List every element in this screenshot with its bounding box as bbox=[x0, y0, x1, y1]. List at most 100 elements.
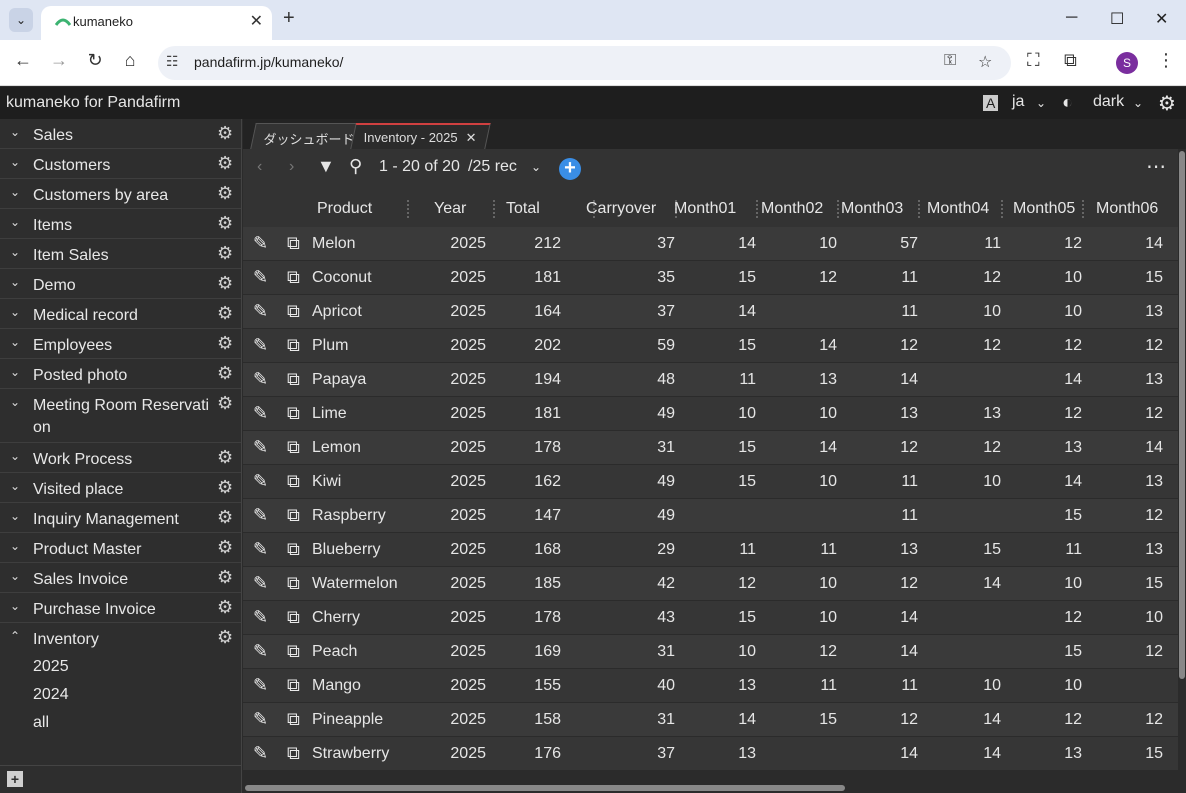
chevron-down-icon[interactable]: ⌄ bbox=[10, 479, 20, 493]
chevron-down-icon[interactable]: ⌄ bbox=[10, 125, 20, 139]
table-row[interactable]: ✎ ⧉ Lime 2025 181 49 10 10 13 13 12 12 bbox=[243, 397, 1178, 431]
table-row[interactable]: ✎ ⧉ Blueberry 2025 168 29 11 11 13 15 11 13 bbox=[243, 533, 1178, 567]
gear-icon[interactable]: ⚙ bbox=[217, 567, 233, 588]
add-record-button[interactable]: + bbox=[559, 158, 581, 180]
open-external-icon[interactable]: ⧉ bbox=[287, 607, 300, 628]
browser-tab[interactable]: kumaneko ✕ bbox=[41, 6, 272, 40]
table-row[interactable]: ✎ ⧉ Melon 2025 212 37 14 10 57 11 12 14 bbox=[243, 227, 1178, 261]
sidebar-subitem[interactable]: 2025 bbox=[0, 653, 241, 681]
column-resizer[interactable] bbox=[1001, 200, 1003, 218]
language-select[interactable]: ja bbox=[1012, 93, 1024, 111]
table-row[interactable]: ✎ ⧉ Strawberry 2025 176 37 13 14 14 13 15 bbox=[243, 737, 1178, 771]
edit-pencil-icon[interactable]: ✎ bbox=[253, 369, 268, 390]
open-external-icon[interactable]: ⧉ bbox=[287, 709, 300, 730]
gear-icon[interactable]: ⚙ bbox=[217, 627, 233, 648]
close-window-icon[interactable]: ✕ bbox=[1155, 9, 1168, 29]
new-tab-icon[interactable]: + bbox=[283, 7, 295, 30]
open-external-icon[interactable]: ⧉ bbox=[287, 267, 300, 288]
edit-pencil-icon[interactable]: ✎ bbox=[253, 233, 268, 254]
language-chevron-icon[interactable]: ⌄ bbox=[1036, 96, 1046, 110]
table-row[interactable]: ✎ ⧉ Raspberry 2025 147 49 11 15 12 bbox=[243, 499, 1178, 533]
column-header[interactable]: Total bbox=[506, 200, 540, 218]
column-resizer[interactable] bbox=[837, 200, 839, 218]
theme-select[interactable]: dark bbox=[1093, 93, 1124, 111]
tab-inventory-2025[interactable]: Inventory - 2025 ✕ bbox=[350, 123, 491, 149]
search-icon[interactable]: ⚲ bbox=[349, 156, 362, 177]
address-bar[interactable]: ☷ pandafirm.jp/kumaneko/ ⚿ ☆ bbox=[158, 46, 1011, 80]
sidebar-item[interactable]: ⌄ Customers by area ⚙ bbox=[0, 179, 241, 209]
sidebar-item[interactable]: ⌄ Sales ⚙ bbox=[0, 119, 241, 149]
edit-pencil-icon[interactable]: ✎ bbox=[253, 573, 268, 594]
chevron-down-icon[interactable]: ⌄ bbox=[10, 215, 20, 229]
open-external-icon[interactable]: ⧉ bbox=[287, 301, 300, 322]
prev-page-icon[interactable]: ‹ bbox=[257, 158, 262, 176]
close-tab-icon[interactable]: ✕ bbox=[466, 130, 477, 146]
column-resizer[interactable] bbox=[493, 200, 495, 218]
sidebar-item[interactable]: ⌄ Posted photo ⚙ bbox=[0, 359, 241, 389]
chevron-down-icon[interactable]: ⌄ bbox=[10, 569, 20, 583]
sidebar-item[interactable]: ⌄ Product Master ⚙ bbox=[0, 533, 241, 563]
open-external-icon[interactable]: ⧉ bbox=[287, 233, 300, 254]
column-header[interactable]: Month02 bbox=[761, 200, 823, 218]
maximize-icon[interactable]: ☐ bbox=[1110, 9, 1124, 29]
open-external-icon[interactable]: ⧉ bbox=[287, 641, 300, 662]
app-settings-gear-icon[interactable]: ⚙ bbox=[1158, 91, 1176, 116]
edit-pencil-icon[interactable]: ✎ bbox=[253, 437, 268, 458]
tab-search-button[interactable]: ⌄ bbox=[9, 8, 33, 32]
table-row[interactable]: ✎ ⧉ Plum 2025 202 59 15 14 12 12 12 12 bbox=[243, 329, 1178, 363]
chevron-up-icon[interactable]: ⌃ bbox=[10, 629, 20, 643]
table-row[interactable]: ✎ ⧉ Watermelon 2025 185 42 12 10 12 14 10 15 bbox=[243, 567, 1178, 601]
gear-icon[interactable]: ⚙ bbox=[217, 213, 233, 234]
edit-pencil-icon[interactable]: ✎ bbox=[253, 403, 268, 424]
edit-pencil-icon[interactable]: ✎ bbox=[253, 505, 268, 526]
gear-icon[interactable]: ⚙ bbox=[217, 507, 233, 528]
vertical-scrollbar[interactable] bbox=[1178, 149, 1186, 779]
gear-icon[interactable]: ⚙ bbox=[217, 123, 233, 144]
theme-icon[interactable]: ◐ bbox=[1062, 92, 1073, 113]
chevron-down-icon[interactable]: ⌄ bbox=[10, 509, 20, 523]
forward-icon[interactable]: → bbox=[47, 50, 71, 71]
browser-menu-icon[interactable]: ⋮ bbox=[1157, 50, 1175, 71]
edit-pencil-icon[interactable]: ✎ bbox=[253, 539, 268, 560]
chevron-down-icon[interactable]: ⌄ bbox=[10, 275, 20, 289]
table-row[interactable]: ✎ ⧉ Peach 2025 169 31 10 12 14 15 12 bbox=[243, 635, 1178, 669]
sidebar-item[interactable]: ⌄ Medical record ⚙ bbox=[0, 299, 241, 329]
sidebar-item[interactable]: ⌃ Inventory ⚙ bbox=[0, 623, 241, 653]
open-external-icon[interactable]: ⧉ bbox=[287, 403, 300, 424]
gear-icon[interactable]: ⚙ bbox=[217, 303, 233, 324]
per-page-chevron-icon[interactable]: ⌄ bbox=[531, 160, 541, 174]
gear-icon[interactable]: ⚙ bbox=[217, 393, 233, 414]
sidebar-item[interactable]: ⌄ Item Sales ⚙ bbox=[0, 239, 241, 269]
chevron-down-icon[interactable]: ⌄ bbox=[10, 449, 20, 463]
column-header[interactable]: Carryover bbox=[586, 200, 656, 218]
more-options-icon[interactable]: ⋯ bbox=[1146, 154, 1166, 179]
table-row[interactable]: ✎ ⧉ Coconut 2025 181 35 15 12 11 12 10 15 bbox=[243, 261, 1178, 295]
back-icon[interactable]: ← bbox=[11, 50, 35, 71]
home-icon[interactable]: ⌂ bbox=[118, 50, 142, 71]
close-tab-icon[interactable]: ✕ bbox=[250, 11, 263, 31]
bookmark-star-icon[interactable]: ☆ bbox=[978, 52, 992, 72]
sidebar-item[interactable]: ⌄ Demo ⚙ bbox=[0, 269, 241, 299]
column-header[interactable]: Month06 bbox=[1096, 200, 1158, 218]
chevron-down-icon[interactable]: ⌄ bbox=[10, 395, 20, 409]
sidebar-item[interactable]: ⌄ Purchase Invoice ⚙ bbox=[0, 593, 241, 623]
edit-pencil-icon[interactable]: ✎ bbox=[253, 675, 268, 696]
table-row[interactable]: ✎ ⧉ Pineapple 2025 158 31 14 15 12 14 12 12 bbox=[243, 703, 1178, 737]
open-external-icon[interactable]: ⧉ bbox=[287, 471, 300, 492]
column-header[interactable]: Month01 bbox=[674, 200, 736, 218]
sidebar-item[interactable]: ⌄ Visited place ⚙ bbox=[0, 473, 241, 503]
edit-pencil-icon[interactable]: ✎ bbox=[253, 301, 268, 322]
gear-icon[interactable]: ⚙ bbox=[217, 183, 233, 204]
gear-icon[interactable]: ⚙ bbox=[217, 537, 233, 558]
column-resizer[interactable] bbox=[756, 200, 758, 218]
edit-pencil-icon[interactable]: ✎ bbox=[253, 267, 268, 288]
sidebar-subitem[interactable]: all bbox=[0, 709, 241, 737]
chevron-down-icon[interactable]: ⌄ bbox=[10, 155, 20, 169]
password-key-icon[interactable]: ⚿ bbox=[944, 52, 956, 70]
column-header[interactable]: Year bbox=[434, 200, 466, 218]
add-app-icon[interactable]: + bbox=[7, 771, 23, 787]
edit-pencil-icon[interactable]: ✎ bbox=[253, 607, 268, 628]
table-row[interactable]: ✎ ⧉ Cherry 2025 178 43 15 10 14 12 10 bbox=[243, 601, 1178, 635]
gear-icon[interactable]: ⚙ bbox=[217, 477, 233, 498]
column-resizer[interactable] bbox=[1082, 200, 1084, 218]
